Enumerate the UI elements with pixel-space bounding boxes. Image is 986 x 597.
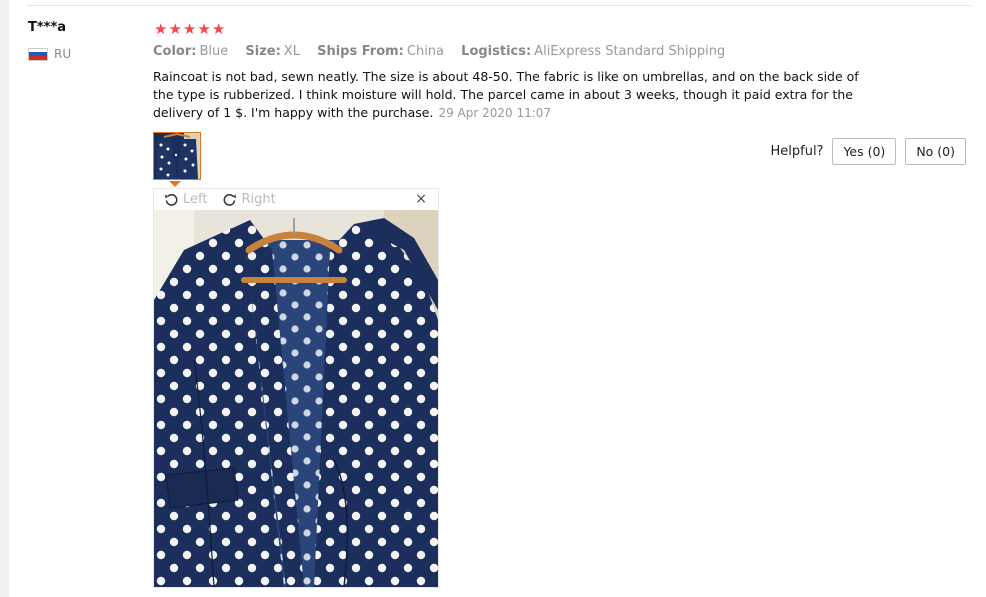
reviewer-name: T***a <box>28 20 67 35</box>
attr-key-ships-from: Ships From: <box>317 44 404 59</box>
review-photo-thumbnail[interactable] <box>153 132 201 180</box>
rotate-left-label: Left <box>183 192 208 207</box>
helpful-yes-button[interactable]: Yes (0) <box>832 138 897 165</box>
review-body: Raincoat is not bad, sewn neatly. The si… <box>153 68 873 122</box>
attr-value-size: XL <box>283 44 300 59</box>
attr-value-ships-from: China <box>406 44 445 59</box>
country-code: RU <box>54 47 72 61</box>
attr-value-logistics: AliExpress Standard Shipping <box>534 44 726 59</box>
russia-flag-icon <box>28 47 48 61</box>
close-icon[interactable]: × <box>415 191 427 207</box>
helpful-section: Helpful? Yes (0) No (0) <box>770 138 966 165</box>
rotate-right-icon <box>224 193 237 206</box>
star-icon: ★ <box>182 20 197 38</box>
rotate-left-button[interactable]: Left <box>164 192 207 207</box>
attr-key-logistics: Logistics: <box>461 44 532 59</box>
thumbnail-selected-caret <box>169 181 181 187</box>
rotate-right-button[interactable]: Right <box>222 192 276 207</box>
star-rating: ★ ★ ★ ★ ★ <box>154 20 225 38</box>
star-icon: ★ <box>168 20 182 38</box>
rotate-right-label: Right <box>241 192 276 207</box>
helpful-no-button[interactable]: No (0) <box>905 138 966 165</box>
helpful-label: Helpful? <box>770 144 824 159</box>
attr-key-color: Color: <box>153 44 197 59</box>
attr-value-color: Blue <box>199 44 229 59</box>
raincoat-photo-image <box>154 210 438 587</box>
flag-stripe-3 <box>29 55 47 60</box>
reviewer-country: RU <box>28 47 71 61</box>
star-icon: ★ <box>211 20 226 38</box>
rotate-left-icon <box>165 193 178 206</box>
page-left-gutter <box>0 0 9 597</box>
raincoat-thumbnail-icon <box>154 133 200 179</box>
review-divider <box>26 5 972 6</box>
review-photo-large <box>154 210 438 587</box>
star-icon: ★ <box>197 20 211 38</box>
photo-viewer-toolbar: Left Right × <box>154 189 438 210</box>
review-date: 29 Apr 2020 11:07 <box>438 106 552 120</box>
order-attributes: Color: Blue Size: XL Ships From: China Logi… <box>153 44 738 59</box>
attr-key-size: Size: <box>245 44 281 59</box>
photo-viewer: Left Right × <box>153 188 439 588</box>
star-icon: ★ <box>154 20 168 38</box>
